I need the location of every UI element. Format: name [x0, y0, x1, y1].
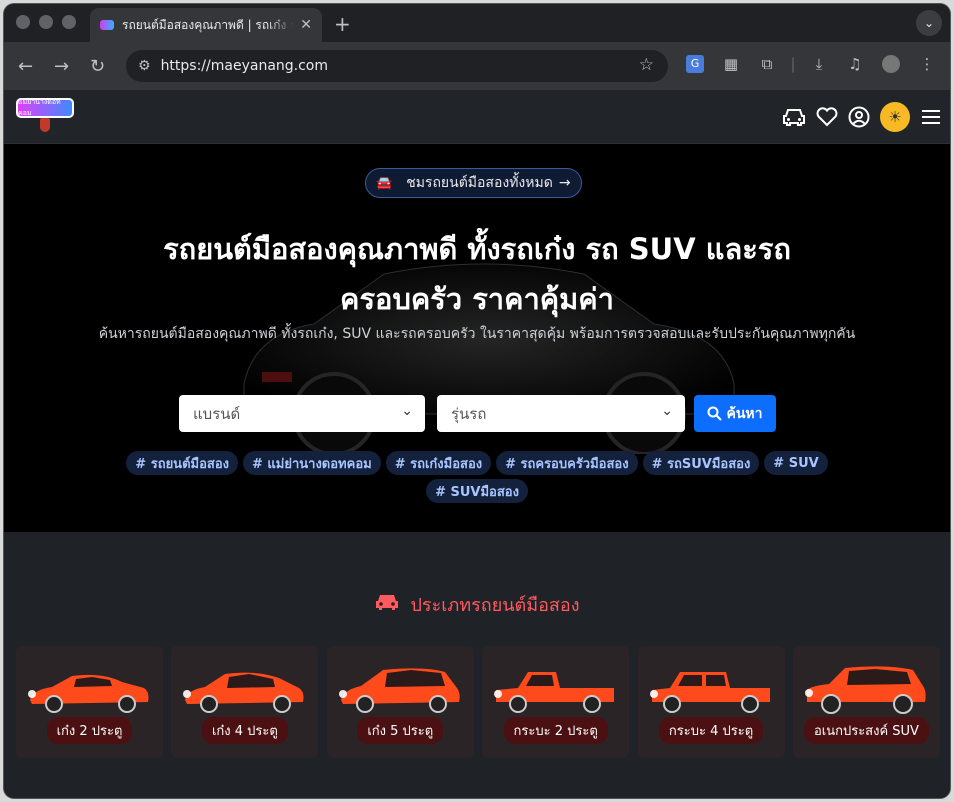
- media-control-icon[interactable]: ♫: [846, 55, 864, 73]
- theme-toggle-sun-icon[interactable]: ☀: [880, 102, 910, 132]
- search-button-label: ค้นหา: [726, 405, 763, 422]
- car-type-label: อเนกประสงค์ SUV: [803, 717, 929, 744]
- brand-select[interactable]: แบรนด์ ⌄: [179, 395, 425, 432]
- maximize-window-button[interactable]: [62, 15, 76, 29]
- hamburger-menu-icon[interactable]: [922, 109, 940, 125]
- tab-title: รถยนต์มือสองคุณภาพดี | รถเก๋ง รถ SUV: [122, 17, 295, 32]
- hashtag[interactable]: # แม่ย่านางดอทคอม: [242, 451, 381, 475]
- back-arrow-icon[interactable]: ←: [18, 56, 33, 77]
- model-select-placeholder: รุ่นรถ: [451, 404, 487, 423]
- hashtag[interactable]: # SUV: [764, 451, 828, 475]
- browser-window: รถยนต์มือสองคุณภาพดี | รถเก๋ง รถ SUV ✕ +…: [4, 4, 950, 798]
- logo-tassel: [40, 118, 50, 132]
- site-logo[interactable]: แม่ย่านางดอทคอม: [16, 96, 76, 138]
- address-bar[interactable]: ⚙ https://maeyanang.com ☆: [126, 50, 668, 82]
- hashtag[interactable]: # รถเก๋งมือสอง: [385, 451, 492, 475]
- view-all-cars-button[interactable]: 🚘 ชมรถยนต์มือสองทั้งหมด →: [365, 168, 582, 198]
- logo-plate: แม่ย่านางดอทคอม: [16, 98, 74, 118]
- website: แม่ย่านางดอทคอม ☀ 🚘 ชมรถยนต์มือสองทั้งหม…: [4, 90, 950, 798]
- car-types-heading: ประเภทรถยนต์มือสอง: [4, 590, 950, 619]
- url-text[interactable]: https://maeyanang.com: [161, 58, 328, 74]
- hashtag[interactable]: # รถSUVมือสอง: [642, 451, 760, 475]
- car-type-label: เก๋ง 4 ประตู: [201, 717, 288, 744]
- close-window-button[interactable]: [16, 15, 30, 29]
- hashtag[interactable]: # SUVมือสอง: [426, 479, 528, 503]
- translate-extension-icon[interactable]: G: [686, 55, 704, 73]
- tab-bar: รถยนต์มือสองคุณภาพดี | รถเก๋ง รถ SUV ✕ +…: [4, 4, 950, 42]
- minimize-window-button[interactable]: [39, 15, 53, 29]
- car-type-label: กระบะ 4 ประตู: [658, 717, 764, 744]
- download-icon[interactable]: ⤓: [810, 55, 828, 73]
- toolbar-divider: |: [790, 55, 796, 73]
- car-type-card-coupe[interactable]: เก๋ง 2 ประตู: [16, 646, 163, 758]
- hashtag-list: # รถยนต์มือสอง # แม่ย่านางดอทคอม # รถเก๋…: [124, 451, 830, 503]
- hero-subtitle: ค้นหารถยนต์มือสองคุณภาพดี ทั้งรถเก๋ง, SU…: [98, 326, 856, 342]
- model-select[interactable]: รุ่นรถ ⌄: [437, 395, 685, 432]
- car-type-card-pickup-4door[interactable]: กระบะ 4 ประตู: [637, 646, 785, 758]
- car-icon: [374, 592, 400, 617]
- hashtag[interactable]: # รถครอบครัวมือสอง: [496, 451, 638, 475]
- pickup-4door-car-image: [649, 672, 770, 713]
- suv-car-image: [804, 666, 926, 714]
- sedan-car-image: [183, 672, 304, 713]
- new-tab-button[interactable]: +: [334, 12, 351, 36]
- browser-menu-icon[interactable]: ⋮: [918, 55, 936, 73]
- site-info-icon[interactable]: ⚙: [138, 58, 151, 74]
- hero-title: รถยนต์มือสองคุณภาพดี ทั้งรถเก๋ง รถ SUV แ…: [163, 232, 791, 316]
- tab-search-chevron-icon[interactable]: ⌄: [916, 10, 942, 36]
- car-type-card-suv[interactable]: อเนกประสงค์ SUV: [792, 646, 940, 758]
- hero-section: 🚘 ชมรถยนต์มือสองทั้งหมด → รถยนต์มือสองคุ…: [4, 144, 950, 532]
- site-navbar: แม่ย่านางดอทคอม ☀: [4, 90, 950, 144]
- car-types-title: ประเภทรถยนต์มือสอง: [410, 595, 580, 616]
- car-icon: 🚘: [376, 175, 393, 191]
- navbar-actions: ☀: [782, 90, 950, 144]
- search-button[interactable]: ค้นหา: [694, 395, 776, 432]
- coupe-car-image: [28, 674, 149, 713]
- forward-arrow-icon[interactable]: →: [54, 56, 69, 77]
- car-icon[interactable]: [782, 107, 806, 127]
- car-type-card-hatchback[interactable]: เก๋ง 5 ประตู: [326, 646, 474, 758]
- car-type-label: กระบะ 2 ประตู: [503, 717, 608, 744]
- bookmark-star-icon[interactable]: ☆: [639, 55, 654, 75]
- car-type-label: เก๋ง 2 ประตู: [46, 717, 133, 744]
- heart-icon[interactable]: [816, 107, 838, 127]
- calculator-extension-icon[interactable]: ▦: [722, 55, 740, 73]
- car-type-label: เก๋ง 5 ประตู: [357, 717, 444, 744]
- chevron-down-icon: ⌄: [661, 403, 673, 419]
- browser-toolbar: ← → ↻ ⚙ https://maeyanang.com ☆ G ▦ ⧉ | …: [4, 42, 950, 90]
- profile-avatar[interactable]: [882, 55, 900, 73]
- car-type-card-pickup-2door[interactable]: กระบะ 2 ประตู: [482, 646, 630, 758]
- extensions-puzzle-icon[interactable]: ⧉: [758, 55, 776, 73]
- chevron-down-icon: ⌄: [401, 403, 413, 419]
- close-tab-icon[interactable]: ✕: [300, 17, 312, 33]
- view-all-label: ชมรถยนต์มือสองทั้งหมด: [406, 175, 553, 191]
- hashtag[interactable]: # รถยนต์มือสอง: [126, 451, 238, 475]
- site-favicon-icon: [100, 20, 114, 30]
- tab-active[interactable]: รถยนต์มือสองคุณภาพดี | รถเก๋ง รถ SUV ✕: [90, 8, 322, 42]
- arrow-right-icon: →: [558, 175, 571, 191]
- hatchback-car-image: [338, 668, 460, 713]
- car-type-cards: เก๋ง 2 ประตู เก๋ง 4 ประตู เก๋ง 5 ประตู ก…: [16, 646, 940, 758]
- search-icon: [707, 406, 723, 421]
- car-type-card-sedan[interactable]: เก๋ง 4 ประตู: [171, 646, 319, 758]
- pickup-2door-car-image: [494, 672, 615, 713]
- user-account-icon[interactable]: [848, 106, 870, 128]
- reload-icon[interactable]: ↻: [90, 56, 105, 77]
- brand-select-placeholder: แบรนด์: [193, 404, 241, 423]
